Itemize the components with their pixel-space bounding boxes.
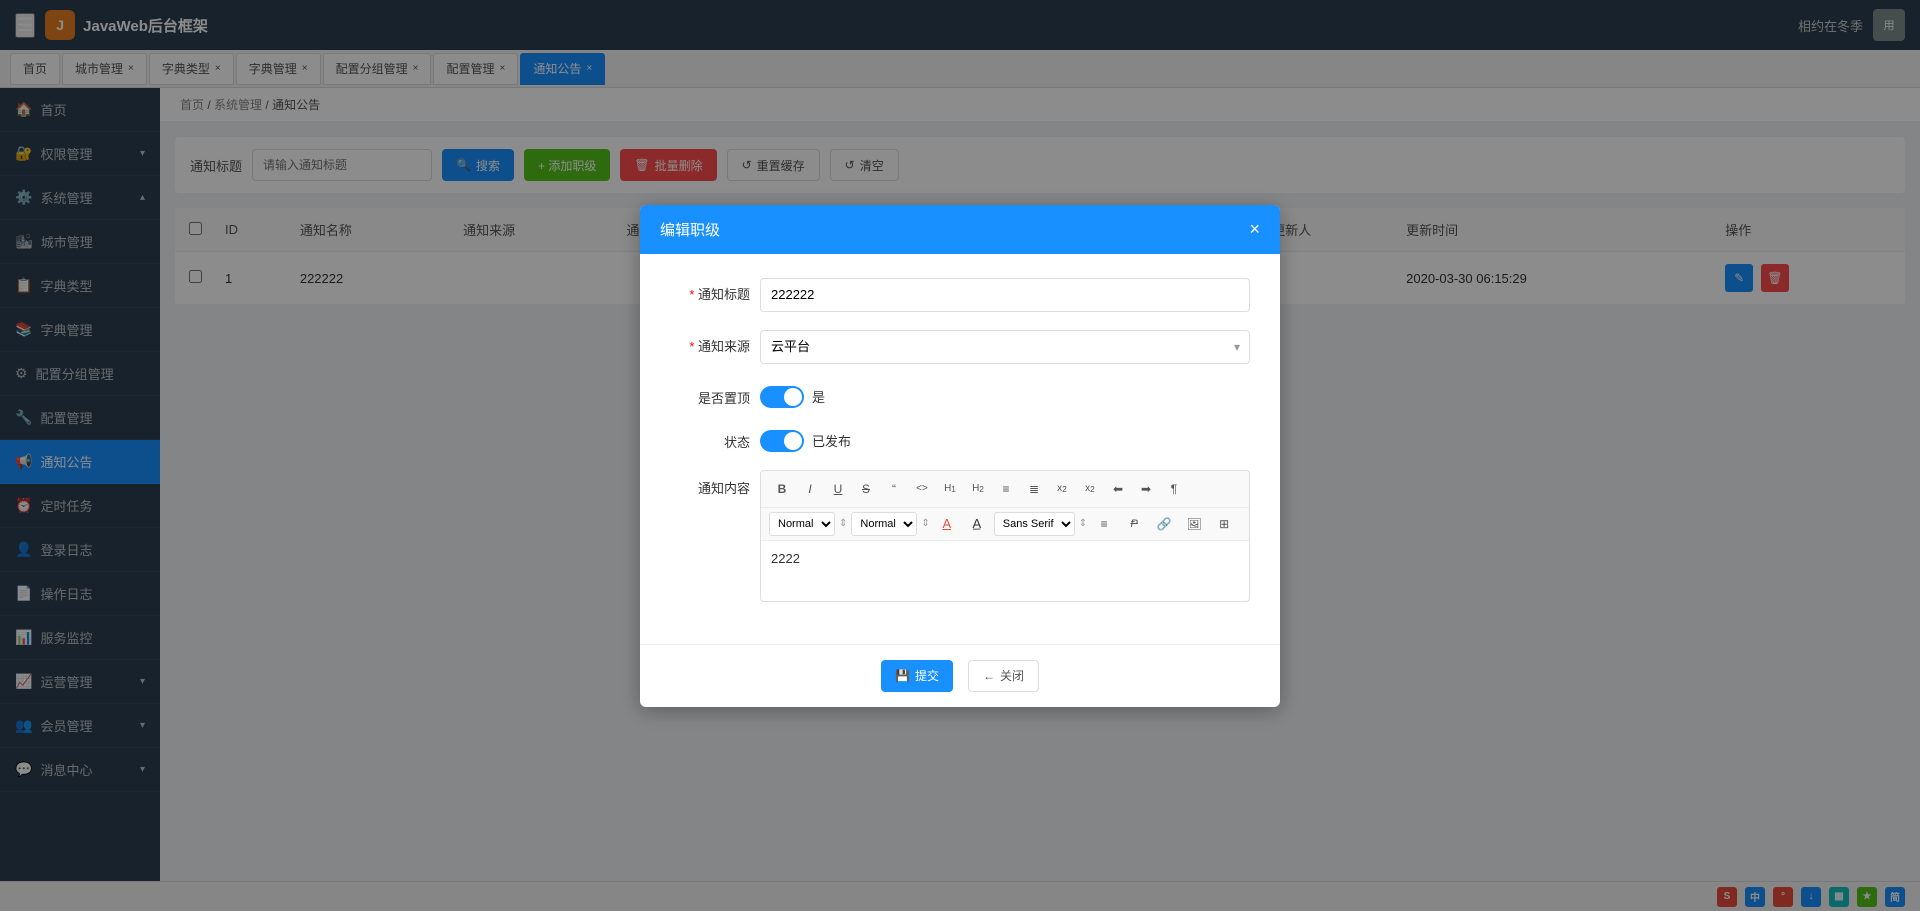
title-input[interactable] xyxy=(760,278,1250,312)
save-icon: 💾 xyxy=(895,669,910,683)
top-toggle-label: 是 xyxy=(812,387,825,406)
superscript-button[interactable]: x2 xyxy=(1077,477,1103,501)
indent-right-button[interactable]: ➡ xyxy=(1133,477,1159,501)
align-button[interactable]: ≡ xyxy=(1091,512,1117,536)
font-family-select[interactable]: Sans Serif xyxy=(994,512,1075,536)
unordered-list-button[interactable]: ≣ xyxy=(1021,477,1047,501)
quote-button[interactable]: “ xyxy=(881,477,907,501)
form-row-status: 状态 已发布 xyxy=(670,426,1250,452)
subscript-button[interactable]: x2 xyxy=(1049,477,1075,501)
strikethrough-button[interactable]: S xyxy=(853,477,879,501)
modal-header: 编辑职级 × xyxy=(640,205,1280,254)
form-row-top: 是否置顶 是 xyxy=(670,382,1250,408)
status-label: 状态 xyxy=(670,426,750,451)
top-toggle-wrapper: 是 xyxy=(760,382,825,408)
line-height-select[interactable]: Normal xyxy=(851,512,917,536)
h1-button[interactable]: H1 xyxy=(937,477,963,501)
highlight-button[interactable]: A̲ xyxy=(964,512,990,536)
editor-text: 2222 xyxy=(771,551,800,566)
modal-overlay: 编辑职级 × 通知标题 通知来源 云平台 是否置顶 xyxy=(0,0,1920,911)
modal-close-button[interactable]: × xyxy=(1249,219,1260,240)
status-toggle-label: 已发布 xyxy=(812,431,851,450)
status-toggle-wrapper: 已发布 xyxy=(760,426,851,452)
font-color-button[interactable]: A xyxy=(934,512,960,536)
modal-close-btn[interactable]: ← 关闭 xyxy=(968,660,1039,692)
source-select[interactable]: 云平台 xyxy=(760,330,1250,364)
editor-content[interactable]: 2222 xyxy=(761,541,1249,601)
bold-button[interactable]: B xyxy=(769,477,795,501)
font-size-select[interactable]: Normal xyxy=(769,512,835,536)
h2-button[interactable]: H2 xyxy=(965,477,991,501)
edit-modal: 编辑职级 × 通知标题 通知来源 云平台 是否置顶 xyxy=(640,205,1280,707)
rich-editor: B I U S “ <> H1 H2 ≡ ≣ x2 x2 ⬅ ➡ xyxy=(760,470,1250,602)
status-toggle[interactable] xyxy=(760,430,804,452)
form-row-content: 通知内容 B I U S “ <> H1 H2 ≡ ≣ x2 xyxy=(670,470,1250,602)
source-label: 通知来源 xyxy=(670,330,750,355)
form-row-title: 通知标题 xyxy=(670,278,1250,312)
code-button[interactable]: <> xyxy=(909,477,935,501)
top-label: 是否置顶 xyxy=(670,382,750,407)
clear-format-button[interactable]: Ᵽ xyxy=(1121,512,1147,536)
back-icon: ← xyxy=(983,669,995,683)
content-label: 通知内容 xyxy=(670,470,750,497)
modal-footer: 💾 提交 ← 关闭 xyxy=(640,644,1280,707)
ordered-list-button[interactable]: ≡ xyxy=(993,477,1019,501)
italic-button[interactable]: I xyxy=(797,477,823,501)
paragraph-button[interactable]: ¶ xyxy=(1161,477,1187,501)
indent-left-button[interactable]: ⬅ xyxy=(1105,477,1131,501)
source-select-wrapper: 云平台 xyxy=(760,330,1250,364)
modal-body: 通知标题 通知来源 云平台 是否置顶 是 xyxy=(640,254,1280,644)
submit-button[interactable]: 💾 提交 xyxy=(881,660,953,692)
image-button[interactable]: 🖼 xyxy=(1181,512,1207,536)
table-button[interactable]: ⊞ xyxy=(1211,512,1237,536)
modal-title: 编辑职级 xyxy=(660,219,720,240)
editor-toolbar-row1: B I U S “ <> H1 H2 ≡ ≣ x2 x2 ⬅ ➡ xyxy=(761,471,1249,508)
link-button[interactable]: 🔗 xyxy=(1151,512,1177,536)
title-label: 通知标题 xyxy=(670,278,750,303)
underline-button[interactable]: U xyxy=(825,477,851,501)
editor-toolbar-row2: Normal ⇕ Normal ⇕ A A̲ Sans Serif ⇕ xyxy=(761,508,1249,541)
form-row-source: 通知来源 云平台 xyxy=(670,330,1250,364)
top-toggle[interactable] xyxy=(760,386,804,408)
